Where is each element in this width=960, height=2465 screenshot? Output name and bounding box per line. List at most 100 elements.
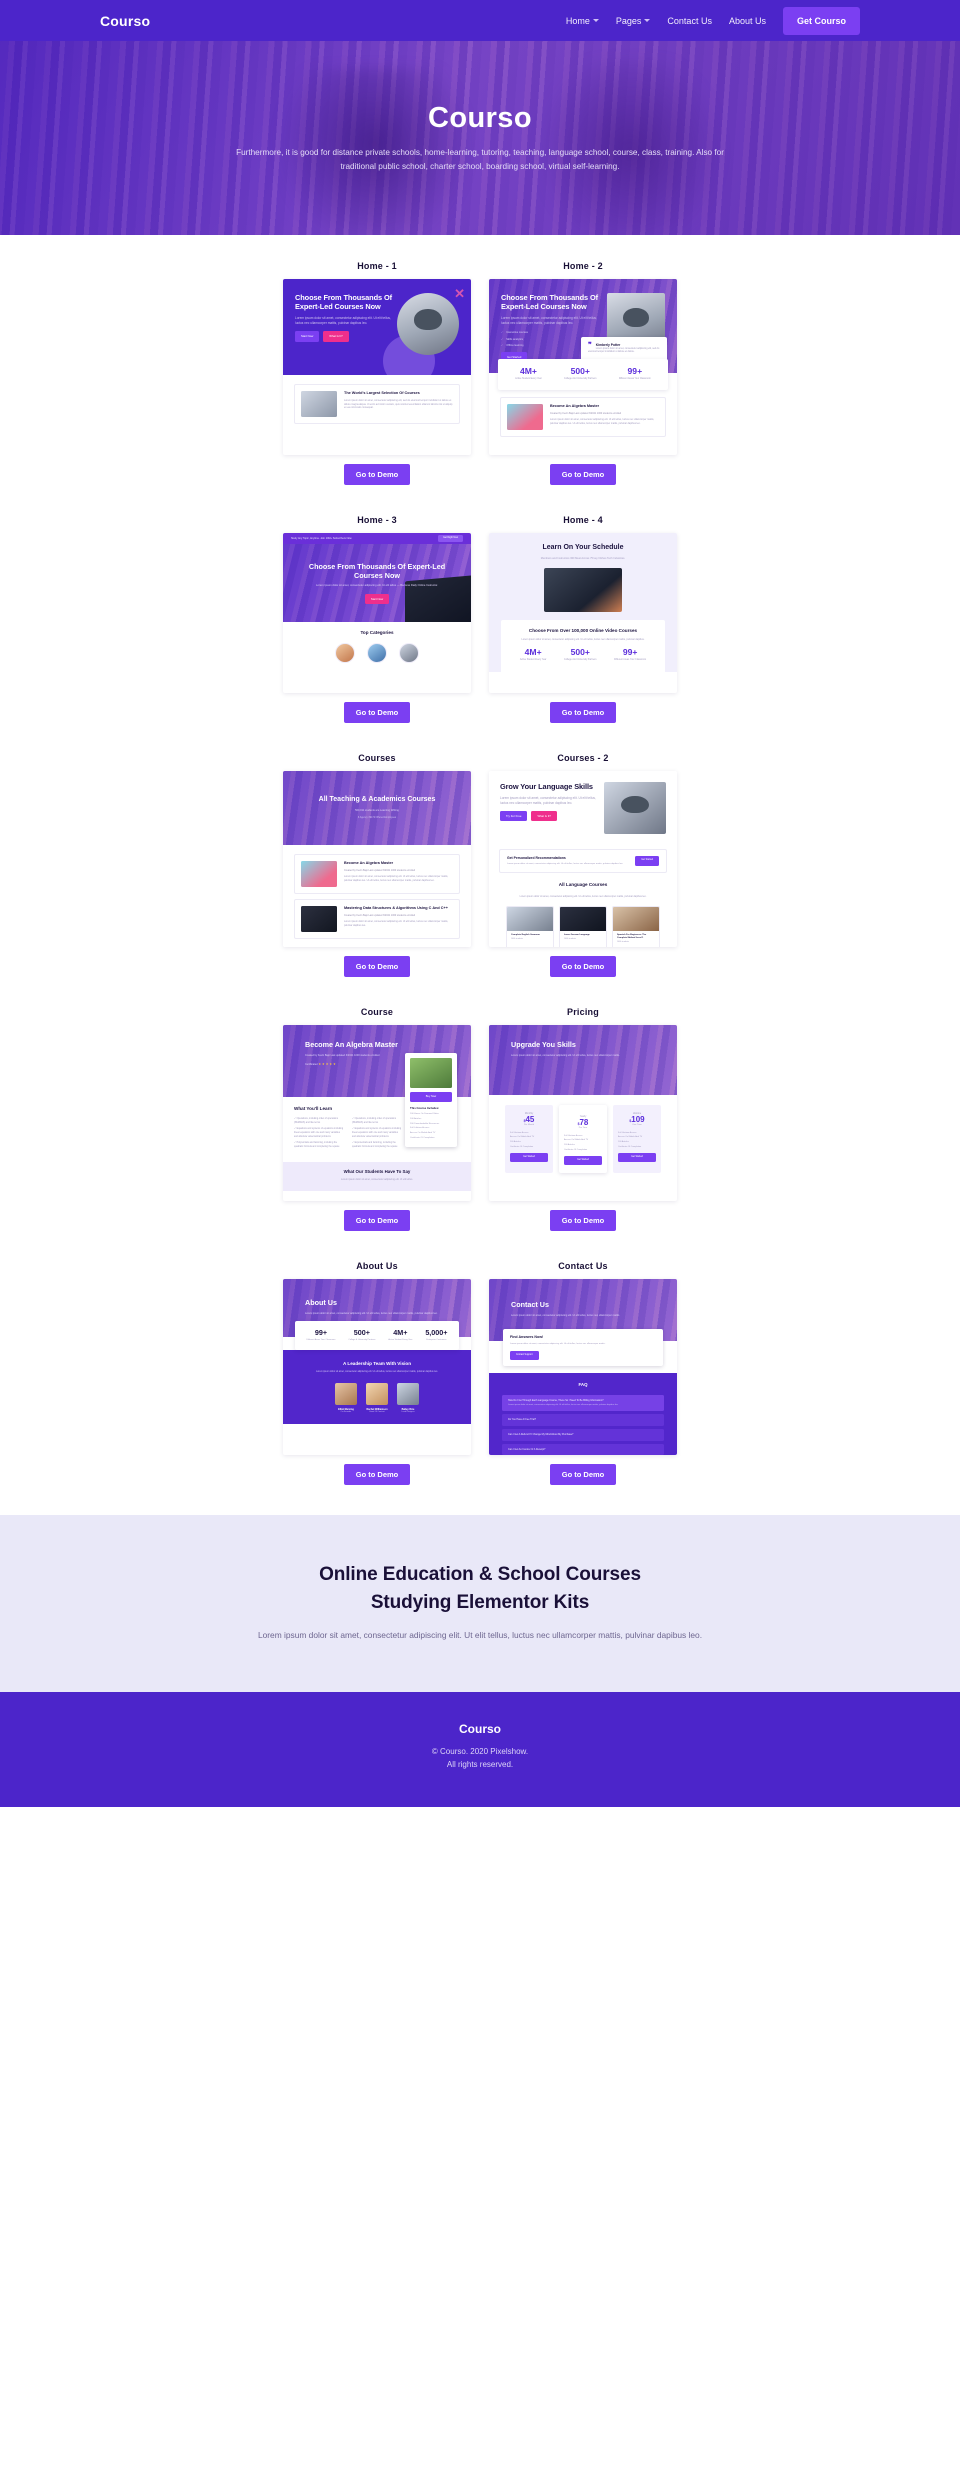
go-to-demo-button-home-4[interactable]: Go to Demo xyxy=(549,702,617,723)
mini-strip-sub: Lorem ipsum dolor sit amet, consectetur … xyxy=(341,1178,413,1182)
demo-cell-home-3: Home - 3 Study Any Topic, Anytime. Join … xyxy=(283,515,471,723)
mini-include-item: 200 Downloadable Resources xyxy=(410,1122,440,1125)
brand-logo[interactable]: Courso xyxy=(100,13,150,29)
demo-row-2: Home - 3 Study Any Topic, Anytime. Join … xyxy=(160,515,800,723)
stat-item: 5,000+ Enterprise Customers xyxy=(425,1328,448,1341)
mini-team-sub: Lorem ipsum dolor sit amet, consectetur … xyxy=(316,1370,438,1373)
demo-preview-courses-2[interactable]: Grow Your Language Skills Lorem ipsum do… xyxy=(489,771,677,947)
mini-hero-photo xyxy=(397,293,459,355)
mini-team-title: A Leadership Team With Vision xyxy=(342,1361,412,1367)
demo-label-home-1: Home - 1 xyxy=(357,261,397,271)
pricing-plan[interactable]: Yearly $78 Per Year Full Lifetime Access… xyxy=(559,1105,607,1174)
demo-cell-course: Course Become An Algebra Master Created … xyxy=(283,1007,471,1231)
demo-preview-home-4[interactable]: Learn On Your Schedule Members and Instr… xyxy=(489,533,677,693)
testimonial-text: Lorem ipsum dolor sit amet, consectetur … xyxy=(588,347,660,354)
mini-subtitle: Lorem ipsum dolor sit amet, consectetur … xyxy=(511,1313,620,1317)
go-to-demo-button-courses-2[interactable]: Go to Demo xyxy=(549,956,617,977)
mini-primary-button[interactable]: Try For Free xyxy=(500,811,528,822)
go-to-demo-button-home-2[interactable]: Go to Demo xyxy=(549,464,617,485)
mini-lang-card[interactable]: Spanish For Beginners: The Complete Meth… xyxy=(612,906,660,947)
team-member: Elliot Marsing Co-Founder xyxy=(335,1382,357,1415)
faq-item[interactable]: Do You Have A Free Trial? xyxy=(502,1414,664,1427)
mini-lang-card[interactable]: Complete English Grammar 1000 students xyxy=(506,906,554,947)
demo-cell-home-4: Home - 4 Learn On Your Schedule Members … xyxy=(489,515,677,723)
mini-search-button[interactable]: Contact Support xyxy=(510,1350,539,1361)
demo-cell-about-us: About Us About Us Lorem ipsum dolor sit … xyxy=(283,1261,471,1485)
stat-item: 99+ Different Areas Your Classroom xyxy=(618,366,651,381)
go-to-demo-button-home-3[interactable]: Go to Demo xyxy=(343,702,411,723)
category-avatar[interactable] xyxy=(335,642,355,663)
mini-rec-title: Get Personalized Recommendations xyxy=(507,856,566,860)
mini-faq-section: FAQ How Do I Go Through Each Language Co… xyxy=(489,1373,677,1455)
mini-search-title: Find Answers Now! xyxy=(510,1335,544,1339)
mini-rec-button[interactable]: Get Started xyxy=(635,856,659,866)
demo-preview-pricing[interactable]: Upgrade You Skills Lorem ipsum dolor sit… xyxy=(489,1025,677,1201)
nav-item-pages[interactable]: Pages xyxy=(616,16,651,26)
go-to-demo-button-home-1[interactable]: Go to Demo xyxy=(343,464,411,485)
learn-item: ✓ Polynomials and factoring, including t… xyxy=(294,1142,340,1148)
mini-secondary-button[interactable]: What Is It? xyxy=(323,331,349,342)
faq-item[interactable]: Can I Get An Invoice Or A Receipt? xyxy=(502,1443,664,1455)
mini-primary-button[interactable]: Start Now xyxy=(295,331,320,342)
mini-testimonial-card: ❞ Kimberly Potter Lorem ipsum dolor sit … xyxy=(581,336,667,361)
go-to-demo-button-courses[interactable]: Go to Demo xyxy=(343,956,411,977)
mini-buy-button[interactable]: Buy Now xyxy=(410,1092,452,1102)
demo-preview-home-1[interactable]: Choose From Thousands Of Expert-Led Cour… xyxy=(283,279,471,455)
monitor-decoration xyxy=(405,574,471,622)
mini-hero: Upgrade You Skills Lorem ipsum dolor sit… xyxy=(489,1025,677,1095)
mini-subtitle: Lorem ipsum dolor sit amet, consectetur … xyxy=(316,584,438,588)
mini-lang-card[interactable]: Learn German Language 1000 students xyxy=(559,906,607,947)
faq-item[interactable]: Can I Get A Refund If I Change My Mind A… xyxy=(502,1429,664,1441)
mini-headline: Learn On Your Schedule xyxy=(542,544,624,551)
mini-check-item: ✓ Interactive courses xyxy=(501,331,528,335)
stat-item: 99+ Different Areas Your Classroom xyxy=(614,646,647,662)
pricing-cta[interactable]: Get Started xyxy=(618,1152,656,1163)
stat-item: 4M+ Active Student Every Year xyxy=(515,366,542,381)
nav-item-home[interactable]: Home xyxy=(566,16,599,26)
pricing-plan[interactable]: Monthly $45 Per Month Full Lifetime Acce… xyxy=(505,1105,553,1174)
quote-icon: ❞ xyxy=(588,341,592,349)
go-to-demo-button-pricing[interactable]: Go to Demo xyxy=(549,1210,617,1231)
avatar xyxy=(397,1382,419,1405)
mini-section-title: Top Categories xyxy=(360,630,394,635)
mini-card-meta: Created by Kevin Bajo Last updated 3/202… xyxy=(344,913,416,917)
mini-announcement-bar: Study Any Topic, Anytime. Join 10M+ Subs… xyxy=(283,533,471,544)
get-courso-button[interactable]: Get Courso xyxy=(782,6,860,35)
demo-preview-courses[interactable]: All Teaching & Academics Courses 500,011… xyxy=(283,771,471,947)
site-header: Courso Home Pages Contact Us About Us Ge… xyxy=(0,0,960,41)
category-avatar[interactable] xyxy=(399,642,419,663)
rating-stars-icon: ★★★★★ xyxy=(318,1061,337,1066)
bottom-cta-paragraph: Lorem ipsum dolor sit amet, consectetur … xyxy=(257,1630,703,1641)
mini-purchase-card: Buy Now This Course Includes: 100 Hours … xyxy=(405,1053,457,1147)
go-to-demo-button-course[interactable]: Go to Demo xyxy=(343,1210,411,1231)
demo-preview-about-us[interactable]: About Us Lorem ipsum dolor sit amet, con… xyxy=(283,1279,471,1455)
pricing-cta[interactable]: Get Started xyxy=(510,1152,548,1163)
pricing-cta[interactable]: Get Started xyxy=(564,1155,602,1166)
mini-subtitle: Lorem ipsum dolor sit amet, consectetur … xyxy=(511,1053,620,1057)
demo-preview-course[interactable]: Become An Algebra Master Created by Kevi… xyxy=(283,1025,471,1201)
mini-card-text: Lorem ipsum dolor sit amet, consectetur … xyxy=(344,398,453,410)
avatar xyxy=(335,1382,357,1405)
demo-preview-home-2[interactable]: Choose From Thousands Of Expert-Led Cour… xyxy=(489,279,677,455)
demo-preview-home-3[interactable]: Study Any Topic, Anytime. Join 10M+ Subs… xyxy=(283,533,471,693)
demo-row-5: About Us About Us Lorem ipsum dolor sit … xyxy=(160,1261,800,1485)
learn-item: ✓ Exponentials and factoring, including … xyxy=(352,1142,398,1148)
mini-secondary-button[interactable]: What Is It? xyxy=(531,811,557,822)
category-avatar[interactable] xyxy=(367,642,387,663)
mini-headline: Contact Us xyxy=(511,1300,549,1309)
go-to-demo-button-contact-us[interactable]: Go to Demo xyxy=(549,1464,617,1485)
pricing-plan[interactable]: Lifetime $109 One Time Full Lifetime Acc… xyxy=(613,1105,661,1174)
demo-preview-contact-us[interactable]: Contact Us Lorem ipsum dolor sit amet, c… xyxy=(489,1279,677,1455)
go-to-demo-button-about-us[interactable]: Go to Demo xyxy=(343,1464,411,1485)
team-member: Bailey Rice Lead Designer xyxy=(397,1382,419,1415)
mini-feature-card: The World's Largest Selection Of Courses… xyxy=(294,384,460,424)
faq-item[interactable]: How Do I Go Through Each Language Course… xyxy=(502,1394,664,1412)
mini-primary-button[interactable]: Start Now xyxy=(364,593,390,604)
demo-cell-home-2: Home - 2 Choose From Thousands Of Expert… xyxy=(489,261,677,485)
nav-item-about-us[interactable]: About Us xyxy=(729,16,766,26)
mini-testimonial-strip: What Our Students Have To Say Lorem ipsu… xyxy=(283,1161,471,1191)
mini-include-item: 100 Articles xyxy=(410,1117,422,1120)
mini-card-text: Lorem ipsum dolor sit amet, consectetur … xyxy=(550,418,655,426)
nav-item-contact-us[interactable]: Contact Us xyxy=(667,16,712,26)
mini-include-item: Access On Mobile And TV xyxy=(410,1132,436,1135)
